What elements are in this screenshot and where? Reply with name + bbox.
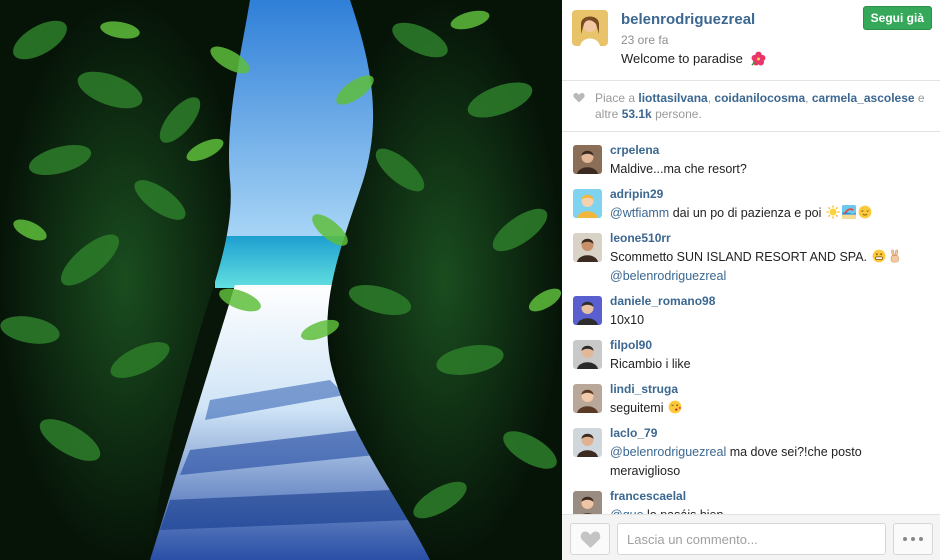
avatar[interactable] [573,384,602,413]
likes-and: e [917,91,925,105]
comment-text-run: 10x10 [610,313,645,327]
comment-username[interactable]: francescaelal [610,489,686,503]
comment-username[interactable]: adripin29 [610,187,663,201]
comment-text: 10x10 [610,311,932,330]
likes-prefix: Piace a [595,91,636,105]
comment-input[interactable] [617,523,886,555]
likes-suffix: persone. [655,107,702,121]
more-options-button[interactable] [893,523,933,555]
avatar[interactable] [573,340,602,369]
post-owner-username[interactable]: belenrodriguezreal [621,11,755,28]
comment-text: @belenrodriguezreal ma dove sei?!che pos… [610,443,932,481]
comment-username[interactable]: laclo_79 [610,426,657,440]
ellipsis-icon [919,537,923,541]
avatar[interactable] [573,233,602,262]
post-photo[interactable] [0,0,562,560]
avatar[interactable] [573,189,602,218]
like-button[interactable] [570,523,610,555]
likes-summary: Piace a liottasilvana, coidanilocosma, c… [562,80,940,132]
avatar[interactable] [573,145,602,174]
heart-icon [580,531,601,548]
comment-text-run: Maldive...ma che resort? [610,162,747,176]
mention-link[interactable]: @belenrodriguezreal [610,445,726,459]
likes-separator: , [805,91,809,105]
avatar[interactable] [572,10,608,46]
comment-text-run: Ricambio i like [610,357,691,371]
avatar[interactable] [573,428,602,457]
comment-bar [562,514,940,560]
ellipsis-icon [911,537,915,541]
hibiscus-flower-icon [750,51,765,66]
comment-text: @wtfiamm dai un po di pazienza e poi [610,204,932,223]
liker-link[interactable]: liottasilvana [638,91,707,105]
likes-text: Piace a liottasilvana, coidanilocosma, c… [595,90,930,122]
comment-username[interactable]: lindi_struga [610,382,678,396]
ellipsis-icon [903,537,907,541]
avatar[interactable] [573,491,602,514]
sun-icon [826,205,840,219]
comment-text-run: dai un po di pazienza e poi [669,206,825,220]
comment-username[interactable]: filpol90 [610,338,652,352]
avatar[interactable] [573,296,602,325]
comment-text: Scommetto SUN ISLAND RESORT AND SPA. @be… [610,248,932,286]
post-caption: Welcome to paradise [621,51,766,66]
follow-button[interactable]: Segui già [862,6,932,30]
post-side-panel: belenrodriguezreal 23 ore fa Welcome to … [562,0,940,560]
comment-text: Ricambio i like [610,355,932,374]
comment-username[interactable]: crpelena [610,143,659,157]
comment-text: Maldive...ma che resort? [610,160,932,179]
grin-face-icon [872,249,886,263]
likes-separator: , [707,91,712,105]
relieved-face-icon [858,205,872,219]
comment-username[interactable]: daniele_romano98 [610,294,715,308]
heart-icon [573,93,585,103]
kiss-face-icon [668,400,682,414]
mention-link[interactable]: @wtfiamm [610,206,669,220]
post-timestamp[interactable]: 23 ore fa [621,33,668,47]
liker-link[interactable]: carmela_ascolese [812,91,915,105]
victory-hand-icon [888,249,902,263]
caption-text: Welcome to paradise [621,51,743,66]
comment-text-run: Scommetto SUN ISLAND RESORT AND SPA. [610,250,871,264]
mention-link[interactable]: @belenrodriguezreal [610,269,726,283]
liker-link[interactable]: coidanilocosma [714,91,805,105]
likes-others-prefix: altre [595,107,619,121]
beach-icon [841,205,856,219]
comment-text: @quo lo pasáis bien [610,506,932,514]
comment-text: seguitemi [610,399,932,418]
comments-list[interactable]: crpelena Maldive...ma che resort? adripin2… [562,133,940,514]
beach-path-photo [0,0,562,560]
comment-username[interactable]: leone510rr [610,231,671,245]
post-header: belenrodriguezreal 23 ore fa Welcome to … [562,0,940,81]
likes-count[interactable]: 53.1k [622,107,652,121]
comment-text-run: seguitemi [610,401,667,415]
